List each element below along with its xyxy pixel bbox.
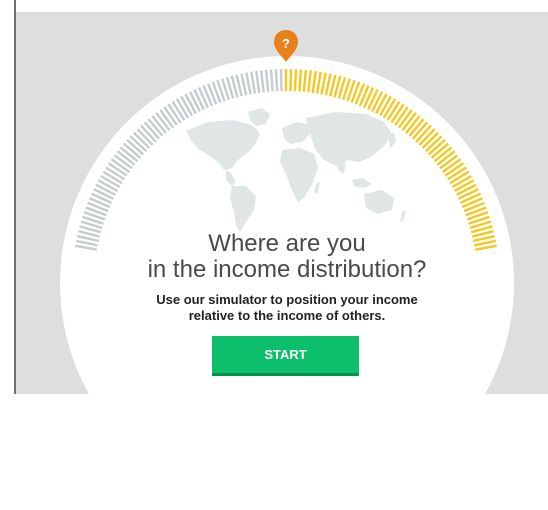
gauge-tick xyxy=(379,95,392,117)
gauge-tick xyxy=(324,73,332,96)
gauge-tick xyxy=(245,72,252,95)
gauge-tick xyxy=(307,70,312,93)
start-button[interactable]: START xyxy=(212,336,359,376)
gauge-tick xyxy=(188,91,201,112)
gauge-tick xyxy=(298,69,303,92)
gauge-tick xyxy=(293,69,298,92)
gauge-tick xyxy=(375,93,388,115)
gauge-tick xyxy=(279,69,283,92)
gauge-tick xyxy=(274,69,279,92)
gauge-tick xyxy=(180,95,193,117)
page-title-line-2: in the income distribution? xyxy=(147,256,427,283)
gauge-tick xyxy=(269,69,274,92)
subtitle-line-2: relative to the income of others. xyxy=(188,308,386,323)
gauge-tick xyxy=(320,72,327,95)
gauge-tick xyxy=(255,70,261,94)
gauge-tick xyxy=(264,69,270,92)
gauge-tick xyxy=(451,174,472,189)
page-title-line-1: Where are you xyxy=(208,230,366,257)
gauge-tick xyxy=(95,183,116,196)
gauge-tick xyxy=(302,69,308,92)
gauge-tick xyxy=(289,69,293,92)
income-gauge: ? xyxy=(75,30,497,251)
gauge-tick xyxy=(240,73,248,96)
gauge-tick xyxy=(456,183,477,196)
gauge-tick xyxy=(260,70,265,93)
gauge-tick xyxy=(453,179,475,192)
subtitle-line-1: Use our simulator to position your incom… xyxy=(156,292,418,307)
gauge-tick xyxy=(315,71,322,94)
gauge-tick xyxy=(100,174,121,189)
gauge-tick xyxy=(311,70,317,94)
marker-question-label: ? xyxy=(282,36,290,51)
question-marker-icon[interactable]: ? xyxy=(274,30,298,62)
gauge-tick xyxy=(175,98,190,119)
gauge-tick xyxy=(97,179,119,192)
world-map-icon xyxy=(186,108,406,232)
gauge-tick xyxy=(250,71,257,94)
gauge-tick xyxy=(382,98,397,119)
gauge-tick xyxy=(371,91,384,112)
gauge-tick xyxy=(184,93,197,115)
